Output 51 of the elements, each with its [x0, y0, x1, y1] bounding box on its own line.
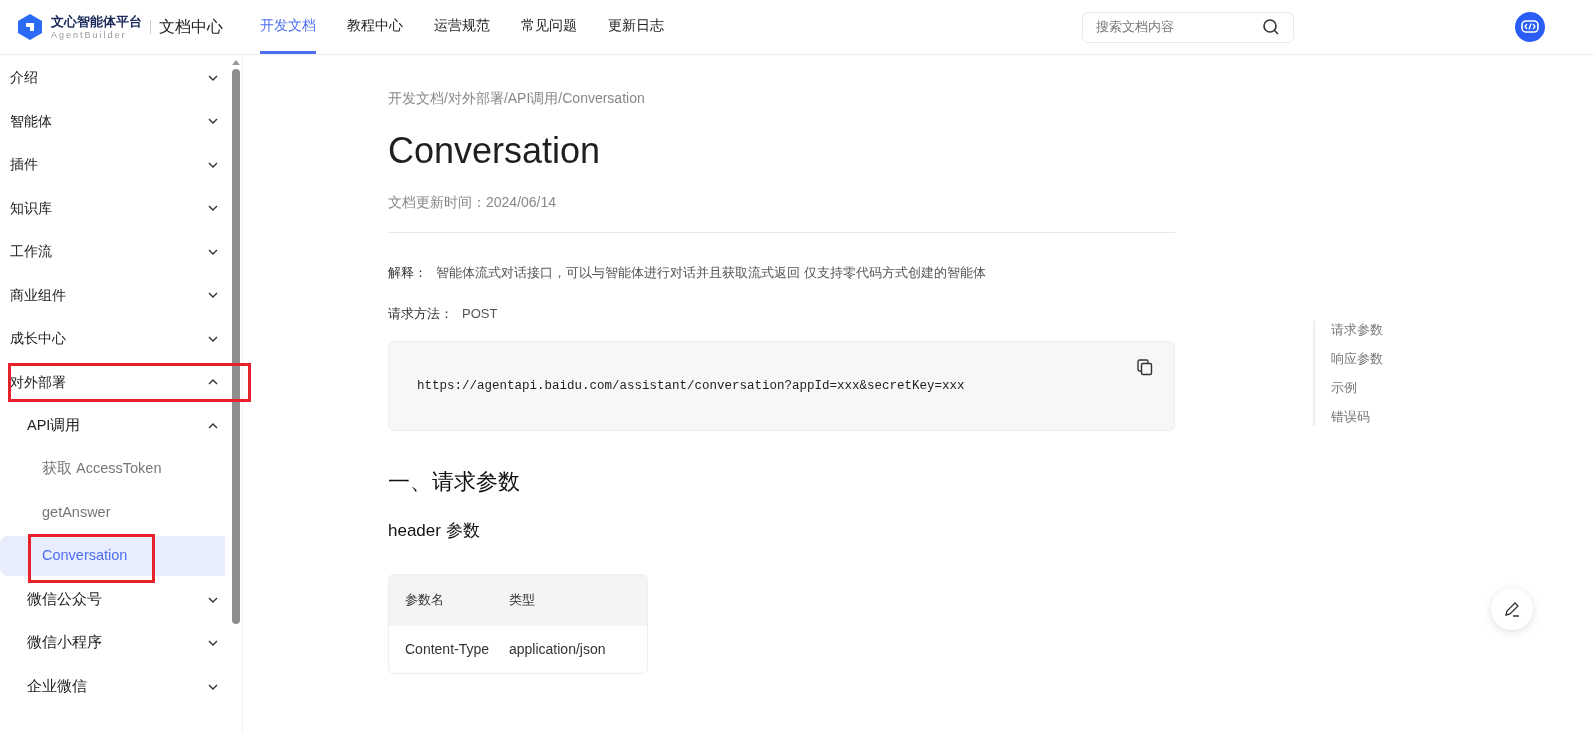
nav-link[interactable]: Conversation	[0, 536, 226, 577]
breadcrumb: 开发文档/对外部署/API调用/Conversation	[388, 89, 646, 108]
field-value: POST	[462, 304, 498, 323]
nav-group[interactable]: 工作流	[0, 231, 226, 272]
logo-subtitle: AgentBuilder	[51, 30, 128, 40]
toc-link[interactable]: 示例	[1331, 379, 1383, 397]
nav-group[interactable]: API调用	[0, 405, 226, 446]
search-input[interactable]: 搜索文档内容	[1096, 17, 1262, 37]
code-text: https://agentapi.baidu.com/assistant/conversation?appId=xxx&secretKey=xxx	[417, 377, 965, 395]
copy-icon[interactable]	[1137, 359, 1153, 376]
scrollbar-thumb[interactable]	[231, 69, 240, 624]
nav-group[interactable]: 智能体	[0, 101, 226, 142]
nav-group[interactable]: 商业组件	[0, 275, 226, 316]
logo-title: 文心智能体平台	[51, 14, 142, 28]
nav-group[interactable]: 插件	[0, 144, 226, 185]
table-cell-text: application/json	[509, 639, 607, 659]
table-cell-text: Content-Type	[404, 639, 491, 659]
section-heading: 一、请求参数	[388, 468, 521, 496]
search-field[interactable]: 搜索文档内容	[1082, 11, 1294, 43]
nav-group[interactable]: 知识库	[0, 188, 226, 229]
field-value: 智能体流式对话接口，可以与智能体进行对话并且获取流式返回 仅支持零代码方式创建的智能体	[436, 264, 986, 282]
toc-link[interactable]: 错误码	[1331, 408, 1383, 426]
page-title: Conversation	[388, 129, 602, 173]
field-label: 解释：	[388, 264, 427, 282]
sub-heading: header 参数	[388, 520, 481, 542]
scroll-up-icon[interactable]	[231, 59, 240, 65]
toc-link[interactable]: 响应参数	[1331, 350, 1383, 368]
nav-tab[interactable]: 教程中心	[347, 0, 403, 54]
nav-group[interactable]: 对外部署	[0, 362, 226, 403]
update-time: 文档更新时间：2024/06/14	[388, 193, 558, 212]
nav-tab[interactable]: 运营规范	[434, 0, 490, 54]
column-header: 类型	[509, 591, 536, 610]
nav-group[interactable]: 介绍	[0, 57, 226, 98]
nav-tab[interactable]: 更新日志	[608, 0, 664, 54]
logo-icon	[17, 13, 43, 41]
column-header: 参数名	[404, 591, 445, 610]
nav-group[interactable]: 微信小程序	[0, 623, 226, 664]
search-icon[interactable]	[1262, 18, 1280, 36]
nav-tab[interactable]: 开发文档	[260, 0, 316, 54]
nav-link[interactable]: getAnswer	[0, 492, 226, 533]
nav-group[interactable]: 微信公众号	[0, 579, 226, 620]
section-title: 文档中心	[159, 17, 223, 37]
toc-link[interactable]: 请求参数	[1331, 321, 1383, 339]
field-label: 请求方法：	[388, 304, 453, 323]
nav-group[interactable]: 企业微信	[0, 666, 226, 707]
nav-link[interactable]: 获取 AccessToken	[0, 449, 226, 490]
nav-group[interactable]: 成长中心	[0, 318, 226, 359]
nav-tab[interactable]: 常见问题	[521, 0, 577, 54]
edit-button[interactable]	[1491, 588, 1533, 630]
code-chat-icon[interactable]	[1515, 12, 1545, 42]
pencil-icon	[1504, 601, 1520, 617]
